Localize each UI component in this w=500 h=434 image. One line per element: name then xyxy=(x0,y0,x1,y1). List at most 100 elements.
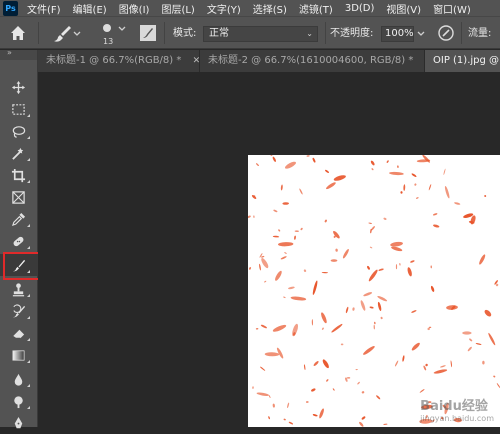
close-icon[interactable]: ✕ xyxy=(193,56,201,66)
dodge-tool[interactable] xyxy=(0,390,37,412)
petal xyxy=(389,171,404,176)
menu-3d[interactable]: 3D(D) xyxy=(340,3,382,14)
brush-settings-panel-icon[interactable] xyxy=(139,24,157,42)
opacity-label: 不透明度: xyxy=(330,28,374,39)
petal xyxy=(462,331,472,335)
petal xyxy=(275,270,282,281)
petal xyxy=(376,395,381,400)
pen-icon xyxy=(14,416,23,428)
eraser-tool[interactable] xyxy=(0,322,37,344)
petal xyxy=(467,346,472,352)
menu-view[interactable]: 视图(V) xyxy=(381,1,428,16)
spot-healing-tool[interactable] xyxy=(0,230,37,252)
gradient-tool[interactable] xyxy=(0,344,37,366)
flow-label: 流量: xyxy=(468,28,492,39)
petal xyxy=(371,168,374,171)
brush-tool-preset-picker[interactable] xyxy=(50,23,82,45)
panel-collapse-handle[interactable]: » xyxy=(0,48,37,60)
lasso-tool[interactable] xyxy=(0,120,37,142)
crop-tool[interactable] xyxy=(0,164,37,186)
petal xyxy=(484,309,492,317)
petal xyxy=(361,416,366,420)
frame-icon xyxy=(12,190,25,204)
tool-group-indicator xyxy=(27,114,30,117)
canvas-workspace[interactable]: Baidu经验 jingyan.baidu.com xyxy=(38,72,500,427)
tool-group-indicator xyxy=(27,384,30,387)
petal xyxy=(260,324,267,329)
petal xyxy=(306,155,310,157)
petal xyxy=(395,264,398,270)
petal xyxy=(284,252,287,254)
petal xyxy=(427,327,430,331)
petal xyxy=(371,226,375,231)
petal xyxy=(373,324,376,330)
tab-untitled-2[interactable]: 未标题-2 @ 66.7%(1610004600, RGB/8) * ✕ xyxy=(200,50,432,72)
tool-group-indicator xyxy=(27,316,30,319)
petal xyxy=(357,381,360,385)
petal xyxy=(403,184,406,191)
petal xyxy=(303,269,307,272)
blur-tool[interactable] xyxy=(0,368,37,390)
pressure-opacity-icon[interactable] xyxy=(437,24,455,42)
marquee-tool[interactable] xyxy=(0,98,37,120)
document-tabs: 未标题-1 @ 66.7%(RGB/8) * ✕ 未标题-2 @ 66.7%(1… xyxy=(38,50,500,72)
petal xyxy=(256,163,259,167)
petal xyxy=(416,159,431,163)
brush-tool[interactable] xyxy=(0,254,37,276)
petal xyxy=(433,369,448,374)
petal xyxy=(411,310,417,313)
menu-type[interactable]: 文字(Y) xyxy=(202,1,248,16)
petal xyxy=(312,157,316,163)
petal xyxy=(410,260,415,263)
opacity-dropdown[interactable] xyxy=(416,26,426,42)
lasso-icon xyxy=(12,125,26,138)
petal xyxy=(378,268,384,271)
menu-window[interactable]: 窗口(W) xyxy=(428,1,478,16)
petal xyxy=(399,263,401,266)
petal xyxy=(248,267,252,270)
menu-edit[interactable]: 编辑(E) xyxy=(68,1,114,16)
frame-tool[interactable] xyxy=(0,186,37,208)
petal xyxy=(368,269,378,282)
tab-untitled-1[interactable]: 未标题-1 @ 66.7%(RGB/8) * ✕ xyxy=(38,50,200,72)
eyedropper-tool[interactable] xyxy=(0,208,37,230)
tab-oip-1[interactable]: OIP (1).jpg @ xyxy=(425,50,500,72)
menu-select[interactable]: 选择(S) xyxy=(248,1,294,16)
mode-select[interactable]: 正常 ⌄ xyxy=(203,26,318,42)
petal xyxy=(312,414,318,417)
petal xyxy=(305,401,309,403)
menu-filter[interactable]: 滤镜(T) xyxy=(294,1,340,16)
menu-layer[interactable]: 图层(L) xyxy=(156,1,201,16)
petal xyxy=(278,242,294,247)
brush-size-picker[interactable]: 13 xyxy=(97,20,127,48)
petal xyxy=(342,248,349,259)
petal xyxy=(261,255,265,258)
history-brush-tool[interactable] xyxy=(0,300,37,322)
petal xyxy=(311,319,314,326)
petal xyxy=(446,305,458,310)
petal xyxy=(259,366,266,371)
pen-tool[interactable] xyxy=(0,412,37,434)
home-icon[interactable] xyxy=(6,21,30,45)
quick-selection-icon xyxy=(12,147,24,160)
crop-icon xyxy=(11,168,26,182)
menu-image[interactable]: 图像(I) xyxy=(114,1,157,16)
petal xyxy=(326,182,336,190)
dodge-icon xyxy=(14,395,23,408)
opacity-input[interactable]: 100% xyxy=(381,26,414,42)
petal xyxy=(278,229,281,232)
petal xyxy=(280,184,283,191)
petal xyxy=(370,160,375,166)
menu-file[interactable]: 文件(F) xyxy=(22,1,68,16)
document-canvas[interactable]: Baidu经验 jingyan.baidu.com xyxy=(248,155,500,427)
petal xyxy=(272,324,287,332)
petal xyxy=(386,160,389,163)
tool-group-indicator xyxy=(27,246,30,249)
petal xyxy=(290,296,307,301)
petal xyxy=(428,326,432,328)
quick-selection-tool[interactable] xyxy=(0,142,37,164)
clone-stamp-tool[interactable] xyxy=(0,278,37,300)
move-tool[interactable] xyxy=(0,76,37,98)
petal xyxy=(322,359,329,369)
petal xyxy=(411,342,420,351)
